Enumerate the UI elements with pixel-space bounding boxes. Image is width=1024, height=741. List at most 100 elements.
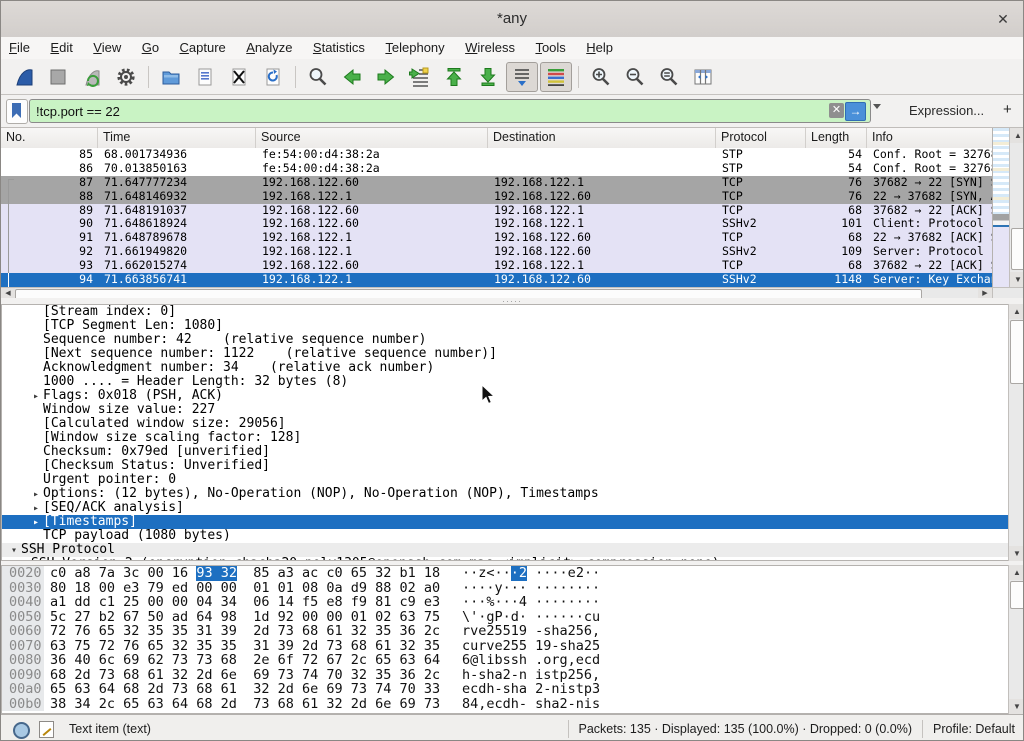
go-to-packet-button[interactable] xyxy=(404,62,436,92)
detail-line-seqack[interactable]: ▸[SEQ/ACK analysis] xyxy=(2,501,1008,515)
col-header-time[interactable]: Time xyxy=(98,128,256,148)
detail-line[interactable]: [Window size scaling factor: 128] xyxy=(2,431,1008,445)
scroll-up-icon[interactable]: ▲ xyxy=(1009,565,1024,580)
expander-right-icon[interactable]: ▸ xyxy=(29,502,43,515)
hex-row[interactable]: 00505c 27 b2 67 50 ad 64 98 1d 92 00 00 … xyxy=(2,610,1008,625)
close-file-button[interactable] xyxy=(223,62,255,92)
detail-line[interactable]: [TCP Segment Len: 1080] xyxy=(2,319,1008,333)
scrollbar-thumb[interactable] xyxy=(1010,581,1024,609)
detail-line[interactable]: Urgent pointer: 0 xyxy=(2,473,1008,487)
detail-line[interactable]: Acknowledgment number: 34 (relative ack … xyxy=(2,361,1008,375)
col-header-protocol[interactable]: Protocol xyxy=(716,128,806,148)
packet-list-scrollbar[interactable]: ▲ ▼ xyxy=(1009,128,1024,287)
expander-down-icon[interactable]: ▾ xyxy=(7,544,21,557)
expression-button[interactable]: Expression... xyxy=(909,103,984,118)
capture-comment-icon[interactable] xyxy=(39,721,54,738)
details-scrollbar[interactable]: ▲ ▼ xyxy=(1008,304,1024,561)
detail-line[interactable]: [Stream index: 0] xyxy=(2,305,1008,319)
detail-line[interactable]: [Calculated window size: 29056] xyxy=(2,417,1008,431)
hex-row[interactable]: 00b038 34 2c 65 63 64 68 2d 73 68 61 32 … xyxy=(2,697,1008,712)
zoom-reset-button[interactable] xyxy=(653,62,685,92)
zoom-out-button[interactable] xyxy=(619,62,651,92)
detail-line[interactable]: Sequence number: 42 (relative sequence n… xyxy=(2,333,1008,347)
expander-right-icon[interactable]: ▸ xyxy=(29,488,43,501)
detail-line[interactable]: Window size value: 227 xyxy=(2,403,1008,417)
packet-row-87[interactable]: 8771.647777234192.168.122.60192.168.122.… xyxy=(1,176,992,190)
packet-row-90[interactable]: 9071.648618924192.168.122.60192.168.122.… xyxy=(1,217,992,231)
scroll-down-icon[interactable]: ▼ xyxy=(1009,546,1024,561)
resize-columns-button[interactable] xyxy=(687,62,719,92)
packet-row-85[interactable]: 8568.001734936fe:54:00:d4:38:2aSTP54Conf… xyxy=(1,148,992,162)
open-file-button[interactable] xyxy=(155,62,187,92)
menu-analyze[interactable]: Analyze xyxy=(238,37,300,55)
scroll-down-icon[interactable]: ▼ xyxy=(1009,699,1024,714)
detail-line[interactable]: 1000 .... = Header Length: 32 bytes (8) xyxy=(2,375,1008,389)
detail-line[interactable]: TCP payload (1080 bytes) xyxy=(2,529,1008,543)
filter-history-caret-icon[interactable] xyxy=(873,104,881,109)
detail-line-timestamps-selected[interactable]: ▸[Timestamps] xyxy=(2,515,1008,529)
detail-line-flags[interactable]: ▸Flags: 0x018 (PSH, ACK) xyxy=(2,389,1008,403)
menu-wireless[interactable]: Wireless xyxy=(457,37,523,55)
col-header-info[interactable]: Info xyxy=(867,128,992,148)
detail-line-options[interactable]: ▸Options: (12 bytes), No-Operation (NOP)… xyxy=(2,487,1008,501)
detail-line[interactable]: Checksum: 0x79ed [unverified] xyxy=(2,445,1008,459)
hex-row[interactable]: 0020c0 a8 7a 3c 00 16 93 32 85 a3 ac c0 … xyxy=(2,566,1008,581)
detail-line[interactable]: [Checksum Status: Unverified] xyxy=(2,459,1008,473)
expander-right-icon[interactable]: ▸ xyxy=(29,390,43,403)
hex-row[interactable]: 008036 40 6c 69 62 73 73 68 2e 6f 72 67 … xyxy=(2,653,1008,668)
menu-view[interactable]: View xyxy=(85,37,129,55)
auto-scroll-toggle[interactable] xyxy=(506,62,538,92)
menu-help[interactable]: Help xyxy=(578,37,621,55)
menu-capture[interactable]: Capture xyxy=(172,37,234,55)
capture-options-button[interactable] xyxy=(110,62,142,92)
title-bar[interactable]: *any ✕ xyxy=(1,1,1023,38)
packet-row-86[interactable]: 8670.013850163fe:54:00:d4:38:2aSTP54Conf… xyxy=(1,162,992,176)
find-packet-button[interactable] xyxy=(302,62,334,92)
hex-row[interactable]: 003080 18 00 e3 79 ed 00 00 01 01 08 0a … xyxy=(2,581,1008,596)
scroll-down-icon[interactable]: ▼ xyxy=(1010,272,1024,287)
filter-bookmark-button[interactable] xyxy=(6,99,28,124)
col-header-length[interactable]: Length xyxy=(806,128,867,148)
menu-statistics[interactable]: Statistics xyxy=(305,37,373,55)
packet-row-91[interactable]: 9171.648789678192.168.122.1192.168.122.6… xyxy=(1,231,992,245)
zoom-in-button[interactable] xyxy=(585,62,617,92)
scroll-up-icon[interactable]: ▲ xyxy=(1010,128,1024,143)
go-forward-button[interactable] xyxy=(370,62,402,92)
intelligent-scrollbar-minimap[interactable] xyxy=(992,128,1009,287)
hex-row[interactable]: 00a065 63 64 68 2d 73 68 61 32 2d 6e 69 … xyxy=(2,682,1008,697)
detail-line[interactable]: [Next sequence number: 1122 (relative se… xyxy=(2,347,1008,361)
menu-tools[interactable]: Tools xyxy=(527,37,573,55)
save-file-button[interactable] xyxy=(189,62,221,92)
filter-apply-icon[interactable]: → xyxy=(845,102,866,121)
col-header-source[interactable]: Source xyxy=(256,128,488,148)
scrollbar-thumb[interactable] xyxy=(1010,320,1024,384)
expander-right-icon[interactable]: ▸ xyxy=(29,516,43,529)
start-capture-button[interactable] xyxy=(8,62,40,92)
scroll-up-icon[interactable]: ▲ xyxy=(1009,304,1024,319)
packet-row-94-selected[interactable]: 9471.663856741192.168.122.1192.168.122.6… xyxy=(1,273,992,287)
hex-row[interactable]: 0040a1 dd c1 25 00 00 04 34 06 14 f5 e8 … xyxy=(2,595,1008,610)
detail-line-ssh-protocol[interactable]: ▾SSH Protocol xyxy=(2,543,1008,557)
hex-row[interactable]: 007063 75 72 76 65 32 35 35 31 39 2d 73 … xyxy=(2,639,1008,654)
scrollbar-thumb[interactable] xyxy=(1011,228,1024,270)
bytes-scrollbar[interactable]: ▲ ▼ xyxy=(1008,565,1024,714)
hex-row[interactable]: 006072 76 65 32 35 35 31 39 2d 73 68 61 … xyxy=(2,624,1008,639)
hex-row[interactable]: 009068 2d 73 68 61 32 2d 6e 69 73 74 70 … xyxy=(2,668,1008,683)
packet-row-92[interactable]: 9271.661949820192.168.122.1192.168.122.6… xyxy=(1,245,992,259)
colorize-toggle[interactable] xyxy=(540,62,572,92)
go-back-button[interactable] xyxy=(336,62,368,92)
profile-selector[interactable]: Profile: Default xyxy=(933,722,1015,736)
restart-capture-button[interactable] xyxy=(76,62,108,92)
display-filter-input[interactable] xyxy=(34,100,798,122)
expert-info-icon[interactable] xyxy=(13,722,30,739)
menu-go[interactable]: Go xyxy=(134,37,167,55)
go-to-top-button[interactable] xyxy=(438,62,470,92)
col-header-no[interactable]: No. xyxy=(1,128,98,148)
add-filter-button[interactable]: + xyxy=(1003,101,1012,118)
reload-file-button[interactable] xyxy=(257,62,289,92)
menu-telephony[interactable]: Telephony xyxy=(377,37,452,55)
close-window-icon[interactable]: ✕ xyxy=(993,9,1013,29)
stop-capture-button[interactable] xyxy=(42,62,74,92)
packet-row-88[interactable]: 8871.648146932192.168.122.1192.168.122.6… xyxy=(1,190,992,204)
packet-row-93[interactable]: 9371.662015274192.168.122.60192.168.122.… xyxy=(1,259,992,273)
